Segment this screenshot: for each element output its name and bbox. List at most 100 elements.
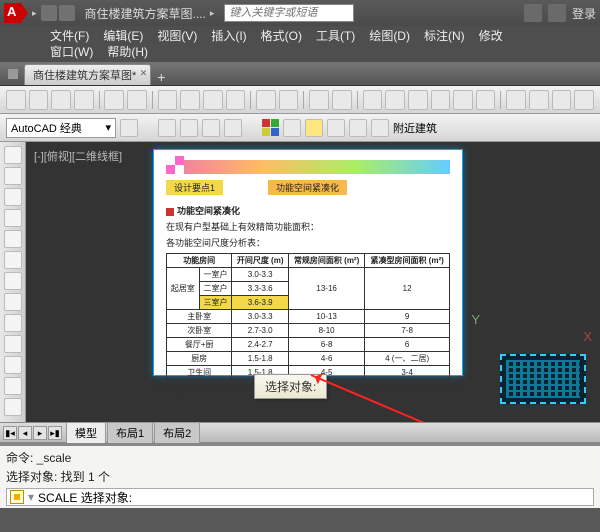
region-button[interactable]	[4, 335, 22, 353]
polyline-button[interactable]	[4, 167, 22, 185]
tab-model[interactable]: 模型	[66, 422, 106, 443]
infocenter-icon[interactable]	[524, 4, 542, 22]
tool-button[interactable]	[283, 119, 301, 137]
new-button[interactable]	[6, 90, 26, 110]
cut-button[interactable]	[158, 90, 178, 110]
viewport-label[interactable]: [-][俯视][二维线框]	[34, 148, 122, 164]
command-window[interactable]: 命令: _scale 选择对象: 找到 1 个 ▾	[0, 444, 600, 508]
text-button[interactable]	[4, 293, 22, 311]
tool-button[interactable]	[476, 90, 496, 110]
tool-button[interactable]	[363, 90, 383, 110]
copy-button[interactable]	[180, 90, 200, 110]
tool-button[interactable]	[552, 90, 572, 110]
sun-icon[interactable]	[305, 119, 323, 137]
document-tab[interactable]: 商住楼建筑方案草图* ✕	[24, 64, 151, 85]
menu-window[interactable]: 窗口(W)	[50, 44, 93, 60]
qat-button[interactable]	[41, 5, 57, 21]
saveas-button[interactable]	[74, 90, 94, 110]
ws-settings-button[interactable]	[120, 119, 138, 137]
menu-format[interactable]: 格式(O)	[261, 28, 302, 44]
start-tab-icon[interactable]	[8, 69, 18, 79]
tool-button[interactable]	[327, 119, 345, 137]
app-logo-icon[interactable]	[4, 3, 28, 23]
signin-icon[interactable]	[548, 4, 566, 22]
nearby-label[interactable]: 附近建筑	[393, 120, 437, 136]
dimension-table: 功能房间 开间尺度 (m) 常规房间面积 (m²) 紧凑型房间面积 (m²) 起…	[166, 253, 450, 380]
ellipse-button[interactable]	[4, 251, 22, 269]
tool-button[interactable]	[431, 90, 451, 110]
tool-button[interactable]	[4, 377, 22, 395]
tool-button[interactable]	[506, 90, 526, 110]
tool-button[interactable]	[180, 119, 198, 137]
chevron-right-icon: ▸	[210, 8, 215, 19]
tool-button[interactable]	[4, 398, 22, 416]
matchprop-button[interactable]	[226, 90, 246, 110]
prev-icon[interactable]: ◂	[18, 426, 32, 440]
quick-access-toolbar	[41, 5, 75, 21]
th: 紧凑型房间面积 (m²)	[365, 254, 450, 268]
point-button[interactable]	[4, 314, 22, 332]
line-button[interactable]	[4, 146, 22, 164]
title-bar: ▸ 商住楼建筑方案草图.... ▸ 登录	[0, 0, 600, 26]
selected-ole-object[interactable]: 设计要点1 功能空间紧凑化 功能空间紧凑化 在现有户型基础上有效精简功能面积： …	[154, 150, 462, 375]
paste-button[interactable]	[203, 90, 223, 110]
tool-button[interactable]	[385, 90, 405, 110]
workspace-select[interactable]: AutoCAD 经典 ▾	[6, 118, 116, 138]
menu-draw[interactable]: 绘图(D)	[369, 28, 410, 44]
menu-tools[interactable]: 工具(T)	[316, 28, 355, 44]
qat-button[interactable]	[59, 5, 75, 21]
ucs-y-axis: Y	[471, 312, 480, 327]
plot-button[interactable]	[104, 90, 124, 110]
menu-edit[interactable]: 编辑(E)	[103, 28, 143, 44]
drawing-canvas[interactable]: [-][俯视][二维线框] 设计要点1 功能空间紧凑化 功能空间紧凑化 在现有户…	[26, 142, 600, 422]
tab-layout1[interactable]: 布局1	[107, 422, 153, 443]
tool-button[interactable]	[529, 90, 549, 110]
app-menu-arrow-icon[interactable]: ▸	[32, 8, 37, 19]
table-button[interactable]	[4, 356, 22, 374]
tool-button[interactable]	[371, 119, 389, 137]
open-button[interactable]	[29, 90, 49, 110]
new-tab-icon[interactable]: +	[157, 69, 165, 85]
redo-button[interactable]	[279, 90, 299, 110]
menu-help[interactable]: 帮助(H)	[107, 44, 148, 60]
workspace-value: AutoCAD 经典	[11, 120, 82, 136]
first-icon[interactable]: ▮◂	[3, 426, 17, 440]
tool-button[interactable]	[574, 90, 594, 110]
menu-insert[interactable]: 插入(I)	[211, 28, 246, 44]
tool-button[interactable]	[453, 90, 473, 110]
zoom-button[interactable]	[332, 90, 352, 110]
tool-button[interactable]	[224, 119, 242, 137]
tool-button[interactable]	[408, 90, 428, 110]
bullet-icon	[166, 208, 174, 216]
color-palette-icon[interactable]	[262, 119, 279, 136]
preview-button[interactable]	[127, 90, 147, 110]
menu-dimension[interactable]: 标注(N)	[424, 28, 465, 44]
tool-button[interactable]	[349, 119, 367, 137]
arc-button[interactable]	[4, 209, 22, 227]
next-icon[interactable]: ▸	[33, 426, 47, 440]
th: 开间尺度 (m)	[232, 254, 289, 268]
tool-button[interactable]	[158, 119, 176, 137]
last-icon[interactable]: ▸▮	[48, 426, 62, 440]
command-input[interactable]	[38, 490, 590, 504]
circle-button[interactable]	[4, 188, 22, 206]
command-prompt-icon[interactable]	[10, 490, 24, 504]
pan-button[interactable]	[309, 90, 329, 110]
tool-button[interactable]	[202, 119, 220, 137]
search-input[interactable]	[224, 4, 354, 22]
menu-modify[interactable]: 修改	[479, 28, 503, 44]
rectangle-button[interactable]	[4, 230, 22, 248]
ucs-x-axis: X	[583, 329, 592, 344]
login-label[interactable]: 登录	[572, 5, 596, 22]
doc-header-stripe	[166, 160, 450, 174]
menu-view[interactable]: 视图(V)	[157, 28, 197, 44]
floorplan-thumbnail[interactable]	[500, 354, 586, 404]
save-button[interactable]	[51, 90, 71, 110]
close-icon[interactable]: ✕	[140, 68, 148, 79]
menu-file[interactable]: 文件(F)	[50, 28, 89, 44]
undo-button[interactable]	[256, 90, 276, 110]
hatch-button[interactable]	[4, 272, 22, 290]
standard-toolbar	[0, 86, 600, 114]
tab-layout2[interactable]: 布局2	[154, 422, 200, 443]
workspace: [-][俯视][二维线框] 设计要点1 功能空间紧凑化 功能空间紧凑化 在现有户…	[0, 142, 600, 422]
